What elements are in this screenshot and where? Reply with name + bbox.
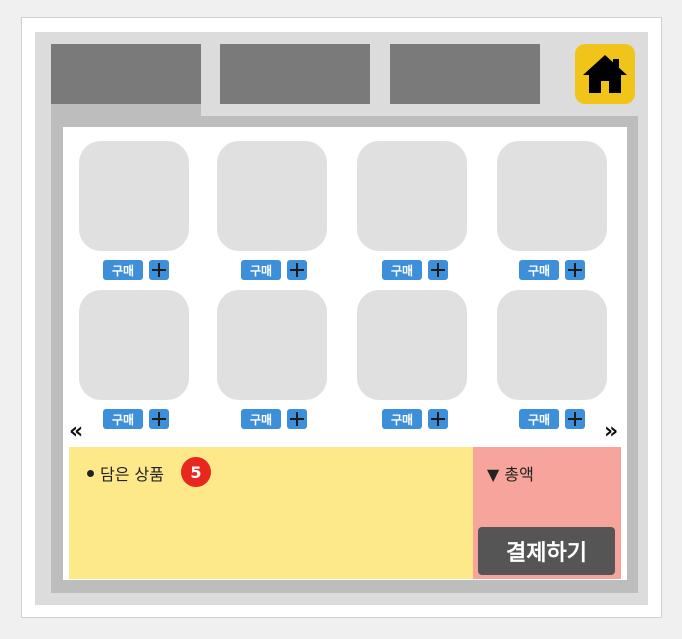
category-tab-3[interactable] [390, 44, 540, 104]
cart-label: 담은 상품 [100, 465, 164, 484]
buy-button[interactable]: 구매 [519, 409, 559, 429]
product-image[interactable] [497, 290, 607, 400]
add-to-cart-icon[interactable] [428, 260, 448, 280]
add-to-cart-icon[interactable] [565, 260, 585, 280]
product-image[interactable] [357, 290, 467, 400]
checkout-button[interactable]: 결제하기 [478, 527, 615, 575]
prev-page-button[interactable]: « [69, 421, 83, 443]
add-to-cart-icon[interactable] [287, 409, 307, 429]
product-card: 구매 [357, 290, 467, 429]
add-to-cart-icon[interactable] [428, 409, 448, 429]
category-tab-2[interactable] [220, 44, 370, 104]
product-image[interactable] [79, 290, 189, 400]
product-image[interactable] [497, 141, 607, 251]
bullet-icon [87, 469, 94, 477]
buy-button[interactable]: 구매 [382, 409, 422, 429]
product-image[interactable] [79, 141, 189, 251]
cart-heading: 담은 상품 [87, 461, 164, 485]
add-to-cart-icon[interactable] [565, 409, 585, 429]
home-button[interactable] [575, 44, 635, 104]
product-card: 구매 [79, 141, 189, 280]
add-to-cart-icon[interactable] [149, 260, 169, 280]
product-image[interactable] [357, 141, 467, 251]
product-card: 구매 [357, 141, 467, 280]
product-card: 구매 [497, 290, 607, 429]
total-label[interactable]: ▼ 총액 [487, 461, 534, 485]
product-card: 구매 [217, 141, 327, 280]
product-image[interactable] [217, 141, 327, 251]
buy-button[interactable]: 구매 [241, 409, 281, 429]
product-image[interactable] [217, 290, 327, 400]
add-to-cart-icon[interactable] [287, 260, 307, 280]
next-page-button[interactable]: » [604, 421, 618, 443]
product-card: 구매 [79, 290, 189, 429]
home-icon [583, 55, 627, 93]
buy-button[interactable]: 구매 [103, 409, 143, 429]
buy-button[interactable]: 구매 [103, 260, 143, 280]
product-card: 구매 [217, 290, 327, 429]
add-to-cart-icon[interactable] [149, 409, 169, 429]
buy-button[interactable]: 구매 [519, 260, 559, 280]
category-tab-1[interactable] [51, 44, 201, 104]
cart-count-badge: 5 [181, 457, 211, 487]
product-card: 구매 [497, 141, 607, 280]
buy-button[interactable]: 구매 [382, 260, 422, 280]
buy-button[interactable]: 구매 [241, 260, 281, 280]
